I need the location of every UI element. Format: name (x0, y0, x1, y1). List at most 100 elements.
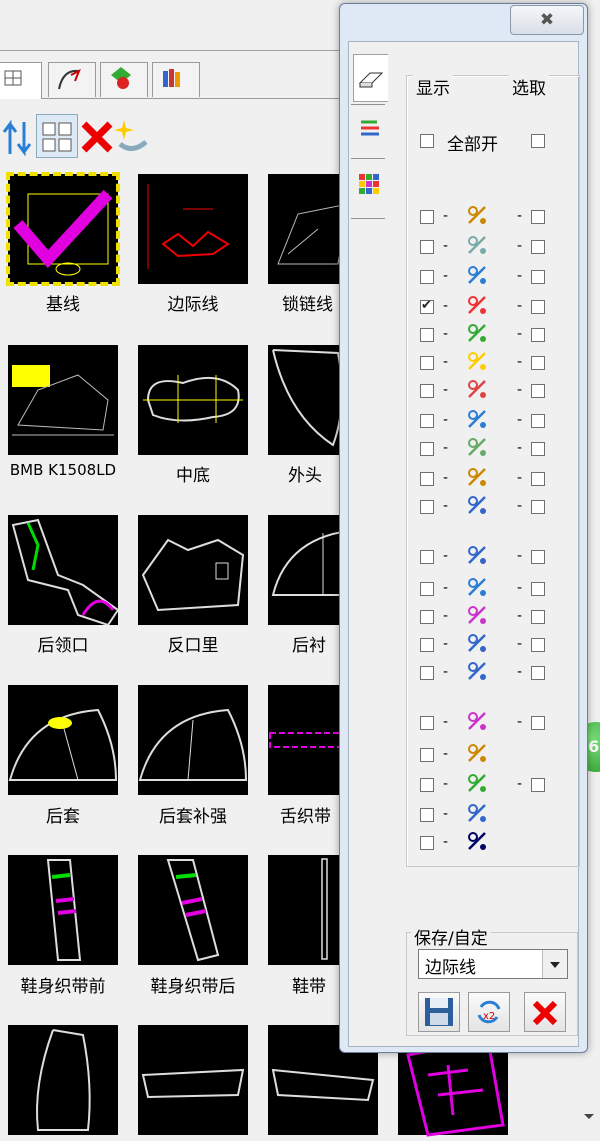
separator-dash: - (517, 354, 523, 370)
thumbnail-insole[interactable] (138, 345, 248, 455)
chevron-down-icon[interactable] (542, 950, 567, 978)
layer-display-checkbox[interactable] (420, 550, 434, 564)
rectangle-icon (468, 606, 486, 624)
separator-dash: - (443, 608, 449, 624)
layer-select-checkbox[interactable] (531, 500, 545, 514)
bezier-icon (468, 236, 486, 254)
separator-dash: - (443, 208, 449, 224)
layer-select-checkbox[interactable] (531, 384, 545, 398)
thumbnail-piece[interactable] (8, 1025, 118, 1135)
scrollbar[interactable] (580, 1100, 598, 1137)
thumbnail-back-collar[interactable] (8, 515, 120, 627)
library-toolbar (0, 112, 345, 162)
thumbnail-bmb[interactable] (8, 345, 118, 455)
layer-select-checkbox[interactable] (531, 472, 545, 486)
layer-select-checkbox[interactable] (531, 328, 545, 342)
new-button[interactable] (112, 114, 152, 156)
layer-display-checkbox[interactable] (420, 414, 434, 428)
scroll-down-arrow-icon[interactable] (584, 1114, 594, 1119)
layer-display-checkbox[interactable] (420, 778, 434, 792)
floppy-disk-icon (425, 998, 453, 1026)
thumbnail-baseline[interactable] (6, 172, 120, 286)
layer-display-checkbox[interactable] (420, 582, 434, 596)
thumbnail-grid-icon (42, 122, 72, 152)
layer-select-checkbox[interactable] (531, 356, 545, 370)
curve-icon (58, 68, 81, 90)
layer-select-checkbox[interactable] (531, 210, 545, 224)
thumbnail-label: 鞋身织带后 (150, 977, 236, 997)
tab-grid-view[interactable] (0, 62, 42, 99)
text-frame-icon (468, 774, 486, 792)
layer-select-checkbox[interactable] (531, 550, 545, 564)
layer-select-checkbox[interactable] (531, 240, 545, 254)
layer-display-checkbox[interactable] (420, 610, 434, 624)
refresh-icon: x2 (477, 1000, 501, 1024)
tab-palette[interactable] (353, 164, 387, 210)
layer-select-checkbox[interactable] (531, 300, 545, 314)
tab-curve[interactable] (48, 62, 96, 97)
layer-select-checkbox[interactable] (531, 778, 545, 792)
layer-display-checkbox[interactable] (420, 836, 434, 850)
layer-select-checkbox[interactable] (531, 442, 545, 456)
layer-display-checkbox[interactable] (420, 240, 434, 254)
select-header: 选取 (509, 74, 549, 99)
grid-icon (4, 70, 22, 86)
sort-button[interactable] (0, 114, 40, 157)
separator-dash: - (443, 746, 449, 762)
layer-select-checkbox[interactable] (531, 666, 545, 680)
thumbnail-back-counter[interactable] (8, 685, 118, 795)
show-all-checkbox[interactable] (420, 134, 434, 148)
layer-select-checkbox[interactable] (531, 638, 545, 652)
close-button[interactable]: ✖ (510, 5, 584, 35)
layer-select-checkbox[interactable] (531, 610, 545, 624)
layer-display-checkbox[interactable] (420, 808, 434, 822)
align-icon (468, 712, 486, 730)
layer-display-checkbox[interactable] (420, 356, 434, 370)
thumbnail-label: 边际线 (167, 295, 219, 315)
save-button[interactable] (418, 992, 460, 1032)
layer-display-checkbox[interactable] (420, 210, 434, 224)
display-header: 显示 (413, 74, 453, 99)
separator-dash: - (517, 412, 523, 428)
thumbnail-piece[interactable] (138, 1025, 248, 1135)
pattern-preview (141, 1068, 245, 1099)
layer-display-checkbox[interactable] (420, 328, 434, 342)
separator-dash: - (443, 470, 449, 486)
separator-dash: - (443, 326, 449, 342)
layer-display-checkbox[interactable] (420, 270, 434, 284)
thumbnail-body-webbing-front[interactable] (8, 855, 118, 965)
thumbnail-view-button[interactable] (36, 114, 78, 158)
thumbnail-back-counter-reinforce[interactable] (138, 685, 248, 795)
thumbnail-counter-lining[interactable] (138, 515, 248, 625)
layer-display-checkbox[interactable] (420, 638, 434, 652)
tab-shapes[interactable] (100, 62, 148, 97)
preset-combo[interactable]: 边际线 (418, 949, 568, 979)
layer-display-checkbox[interactable] (420, 384, 434, 398)
layer-display-checkbox[interactable] (420, 748, 434, 762)
layer-select-checkbox[interactable] (531, 270, 545, 284)
link-circles-icon (468, 662, 486, 680)
delete-preset-button[interactable] (524, 992, 566, 1032)
thumbnail-body-webbing-back[interactable] (138, 855, 248, 965)
thumbnail-edge-line[interactable] (138, 174, 248, 284)
layer-display-checkbox[interactable] (420, 500, 434, 514)
tab-layers[interactable] (353, 108, 387, 154)
rotate-icon (468, 380, 486, 398)
select-all-checkbox[interactable] (531, 134, 545, 148)
separator-dash: - (517, 470, 523, 486)
pattern-preview (13, 189, 113, 276)
tab-library[interactable] (152, 62, 200, 97)
separator-dash: - (443, 834, 449, 850)
layer-select-checkbox[interactable] (531, 414, 545, 428)
layer-select-checkbox[interactable] (531, 582, 545, 596)
pin-icon (468, 744, 486, 762)
layer-display-checkbox[interactable] (420, 442, 434, 456)
layer-display-checkbox[interactable] (420, 298, 434, 314)
layer-up-icon (468, 352, 486, 370)
tab-eraser[interactable] (353, 54, 388, 102)
layer-display-checkbox[interactable] (420, 716, 434, 730)
layer-select-checkbox[interactable] (531, 716, 545, 730)
refresh-button[interactable]: x2 (468, 992, 510, 1032)
layer-display-checkbox[interactable] (420, 472, 434, 486)
layer-display-checkbox[interactable] (420, 666, 434, 680)
